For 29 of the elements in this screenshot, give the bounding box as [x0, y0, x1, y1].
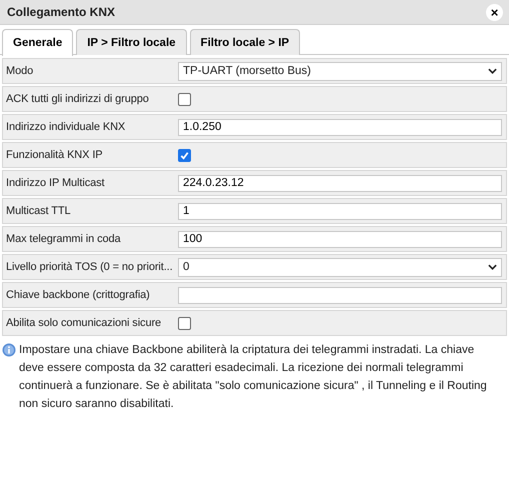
field-label: Indirizzo individuale KNX — [5, 121, 126, 133]
field-label: Max telegrammi in coda — [5, 233, 122, 245]
tab[interactable]: Generale — [2, 29, 74, 56]
info-text: Impostare una chiave Backbone abiliterà la criptatura dei telegrammi instradati. La chiave deve essere composta da 32 caratteri esadecimali. La ricezione dei normali telegrammi continuerà a funzionare. Se è abilitata "solo comunicazione sicura" , il Tunneling e il Routing non sicuro saranno disabilitati. — [19, 343, 488, 412]
window-title: Collegamento KNX — [7, 5, 116, 19]
field-label: Indirizzo IP Multicast — [5, 177, 106, 189]
field-label: ACK tutti gli indirizzi di gruppo — [5, 93, 150, 105]
checkbox[interactable] — [178, 316, 191, 330]
field-label: Funzionalità KNX IP — [5, 149, 104, 161]
input-field[interactable]: 1 — [178, 202, 502, 220]
field-label: Multicast TTL — [5, 205, 72, 217]
field-label: Modo — [5, 65, 34, 77]
close-button[interactable]: × — [486, 4, 503, 20]
checkbox[interactable] — [178, 148, 191, 162]
tab[interactable]: Filtro locale > IP — [190, 29, 300, 55]
field-label: Abilita solo comunicazioni sicure — [5, 317, 162, 329]
input-field[interactable] — [178, 286, 502, 304]
info-icon — [2, 343, 16, 357]
dropdown[interactable]: 0 — [178, 258, 502, 276]
input-field[interactable]: 224.0.23.12 — [178, 174, 502, 192]
caret-icon — [488, 264, 497, 270]
tab[interactable]: IP > Filtro locale — [76, 29, 187, 55]
field-label: Livello priorità TOS (0 = no priorit... — [5, 261, 174, 273]
field-label: Chiave backbone (crittografia) — [5, 289, 151, 301]
dropdown[interactable]: TP-UART (morsetto Bus) — [178, 62, 502, 80]
input-field[interactable]: 1.0.250 — [178, 118, 502, 136]
input-field[interactable]: 100 — [178, 230, 502, 248]
caret-icon — [488, 68, 497, 74]
checkbox[interactable] — [178, 92, 191, 106]
